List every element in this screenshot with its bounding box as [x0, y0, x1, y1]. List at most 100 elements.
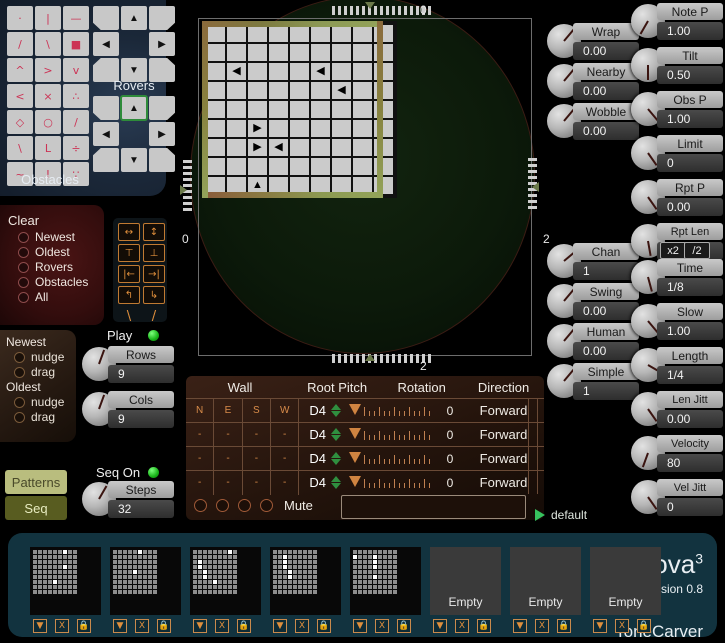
grid-cell[interactable] — [269, 82, 288, 99]
pattern-slot-1[interactable] — [110, 547, 181, 615]
clear-option-radio-4[interactable] — [18, 292, 29, 303]
pattern-slot-7[interactable]: Empty — [590, 547, 661, 615]
obstacle-button-17[interactable]: ÷ — [63, 136, 89, 160]
clear-option-newest[interactable]: Newest — [18, 230, 104, 244]
wall-cell-E[interactable]: - — [214, 423, 242, 447]
pitch-up-icon[interactable] — [331, 404, 341, 410]
pattern-slot-4[interactable] — [350, 547, 421, 615]
pattern-lock-icon-3[interactable]: 🔒 — [317, 619, 331, 633]
rover-button-secondary-7[interactable]: ▼ — [121, 148, 147, 172]
pattern-slot-0[interactable] — [30, 547, 101, 615]
transform-button-6[interactable]: ↰ — [118, 286, 140, 304]
rotation-handle[interactable] — [349, 428, 361, 439]
pattern-clear-icon-1[interactable]: X — [135, 619, 149, 633]
pattern-lock-icon-2[interactable]: 🔒 — [237, 619, 251, 633]
pattern-clear-icon-4[interactable]: X — [375, 619, 389, 633]
rover-button-primary-0[interactable] — [93, 6, 119, 30]
grid-cell[interactable] — [353, 101, 372, 118]
clear-option-radio-0[interactable] — [18, 232, 29, 243]
obstacle-button-8[interactable]: v — [63, 58, 89, 82]
mute-radio-2[interactable] — [238, 499, 251, 512]
grid-cell[interactable] — [248, 82, 267, 99]
seq-button[interactable]: Seq — [5, 496, 67, 520]
grid-cell[interactable] — [353, 82, 372, 99]
newest-option-nudge[interactable]: nudge — [14, 350, 76, 364]
pattern-load-icon-4[interactable]: ▼ — [353, 619, 367, 633]
rover-button-secondary-1[interactable]: ▲ — [121, 96, 147, 120]
transform-button-8[interactable]: \ — [118, 307, 140, 325]
newest-option-drag[interactable]: drag — [14, 365, 76, 379]
marker-right[interactable] — [532, 182, 539, 192]
wall-cell-N[interactable]: N — [186, 399, 214, 423]
grid-cell[interactable] — [290, 139, 309, 156]
pitch-cell[interactable]: D4 — [299, 427, 349, 442]
knob-rpt-p[interactable]: Rpt P0.00 — [631, 178, 723, 222]
grid-cell[interactable] — [311, 44, 330, 61]
knob-human[interactable]: Human0.00 — [547, 322, 639, 366]
transform-button-0[interactable]: ↔ — [118, 223, 140, 241]
pitch-cell[interactable]: D4 — [299, 451, 349, 466]
wall-cell-S[interactable]: - — [243, 471, 271, 495]
knob-rows[interactable]: Rows 9 — [82, 345, 174, 389]
knob-velocity[interactable]: Velocity80 — [631, 434, 723, 478]
grid-cell[interactable] — [206, 63, 225, 80]
rotation-handle[interactable] — [349, 476, 361, 487]
pattern-lock-icon-7[interactable]: 🔒 — [637, 619, 651, 633]
knob-len-jitt[interactable]: Len Jitt0.00 — [631, 390, 723, 434]
rover-button-secondary-8[interactable] — [149, 148, 175, 172]
grid-cell[interactable]: ◀ — [269, 139, 288, 156]
newest-option-radio-1[interactable] — [14, 367, 25, 378]
knob-wrap[interactable]: Wrap0.00 — [547, 22, 639, 66]
grid-cell[interactable]: ▶ — [248, 139, 267, 156]
grid-cell[interactable] — [311, 139, 330, 156]
pattern-load-icon-7[interactable]: ▼ — [593, 619, 607, 633]
wall-cell-S[interactable]: - — [243, 447, 271, 471]
rover-button-secondary-6[interactable] — [93, 148, 119, 172]
transform-button-2[interactable]: ⊤ — [118, 244, 140, 262]
grid-cell[interactable] — [353, 158, 372, 175]
newest-option-radio-0[interactable] — [14, 352, 25, 363]
grid-cell[interactable] — [206, 101, 225, 118]
grid-cell[interactable] — [332, 63, 351, 80]
oldest-option-radio-1[interactable] — [14, 412, 25, 423]
pitch-down-icon[interactable] — [331, 435, 341, 441]
oldest-option-nudge[interactable]: nudge — [14, 395, 76, 409]
knob-slow[interactable]: Slow1.00 — [631, 302, 723, 346]
obstacle-button-16[interactable]: L — [35, 136, 61, 160]
pattern-clear-icon-6[interactable]: X — [535, 619, 549, 633]
grid-cell[interactable] — [332, 158, 351, 175]
pattern-clear-icon-5[interactable]: X — [455, 619, 469, 633]
grid-cell[interactable] — [290, 25, 309, 42]
wall-cell-N[interactable]: - — [186, 447, 214, 471]
pitch-up-icon[interactable] — [331, 452, 341, 458]
pattern-clear-icon-0[interactable]: X — [55, 619, 69, 633]
knob-limit[interactable]: Limit0 — [631, 134, 723, 178]
grid-cell[interactable] — [290, 63, 309, 80]
obstacle-button-5[interactable]: ■ — [63, 32, 89, 56]
pitch-stepper[interactable] — [331, 404, 341, 417]
grid-cell[interactable] — [311, 120, 330, 137]
obstacle-button-13[interactable]: ○ — [35, 110, 61, 134]
obstacle-button-0[interactable]: · — [7, 6, 33, 30]
patterns-button[interactable]: Patterns — [5, 470, 67, 494]
rotation-cell[interactable]: 0 — [349, 404, 463, 418]
grid-cell[interactable] — [269, 63, 288, 80]
pitch-stepper[interactable] — [331, 428, 341, 441]
preset-row[interactable]: default — [535, 508, 587, 522]
rover-button-primary-3[interactable]: ◀ — [93, 32, 119, 56]
pitch-down-icon[interactable] — [331, 411, 341, 417]
grid-cell[interactable] — [311, 158, 330, 175]
pattern-clear-icon-2[interactable]: X — [215, 619, 229, 633]
table-row[interactable]: ----D40Forward — [186, 470, 544, 494]
knob-note-p[interactable]: Note P1.00 — [631, 2, 723, 46]
rotation-cell[interactable]: 0 — [349, 476, 463, 490]
grid-cell[interactable] — [290, 44, 309, 61]
clear-option-rovers[interactable]: Rovers — [18, 260, 104, 274]
rover-button-secondary-0[interactable] — [93, 96, 119, 120]
grid-cell[interactable] — [290, 158, 309, 175]
grid-cell[interactable] — [227, 44, 246, 61]
rover-button-primary-5[interactable]: ▶ — [149, 32, 175, 56]
pitch-up-icon[interactable] — [331, 476, 341, 482]
wall-cell-S[interactable]: - — [243, 423, 271, 447]
pattern-slot-5[interactable]: Empty — [430, 547, 501, 615]
